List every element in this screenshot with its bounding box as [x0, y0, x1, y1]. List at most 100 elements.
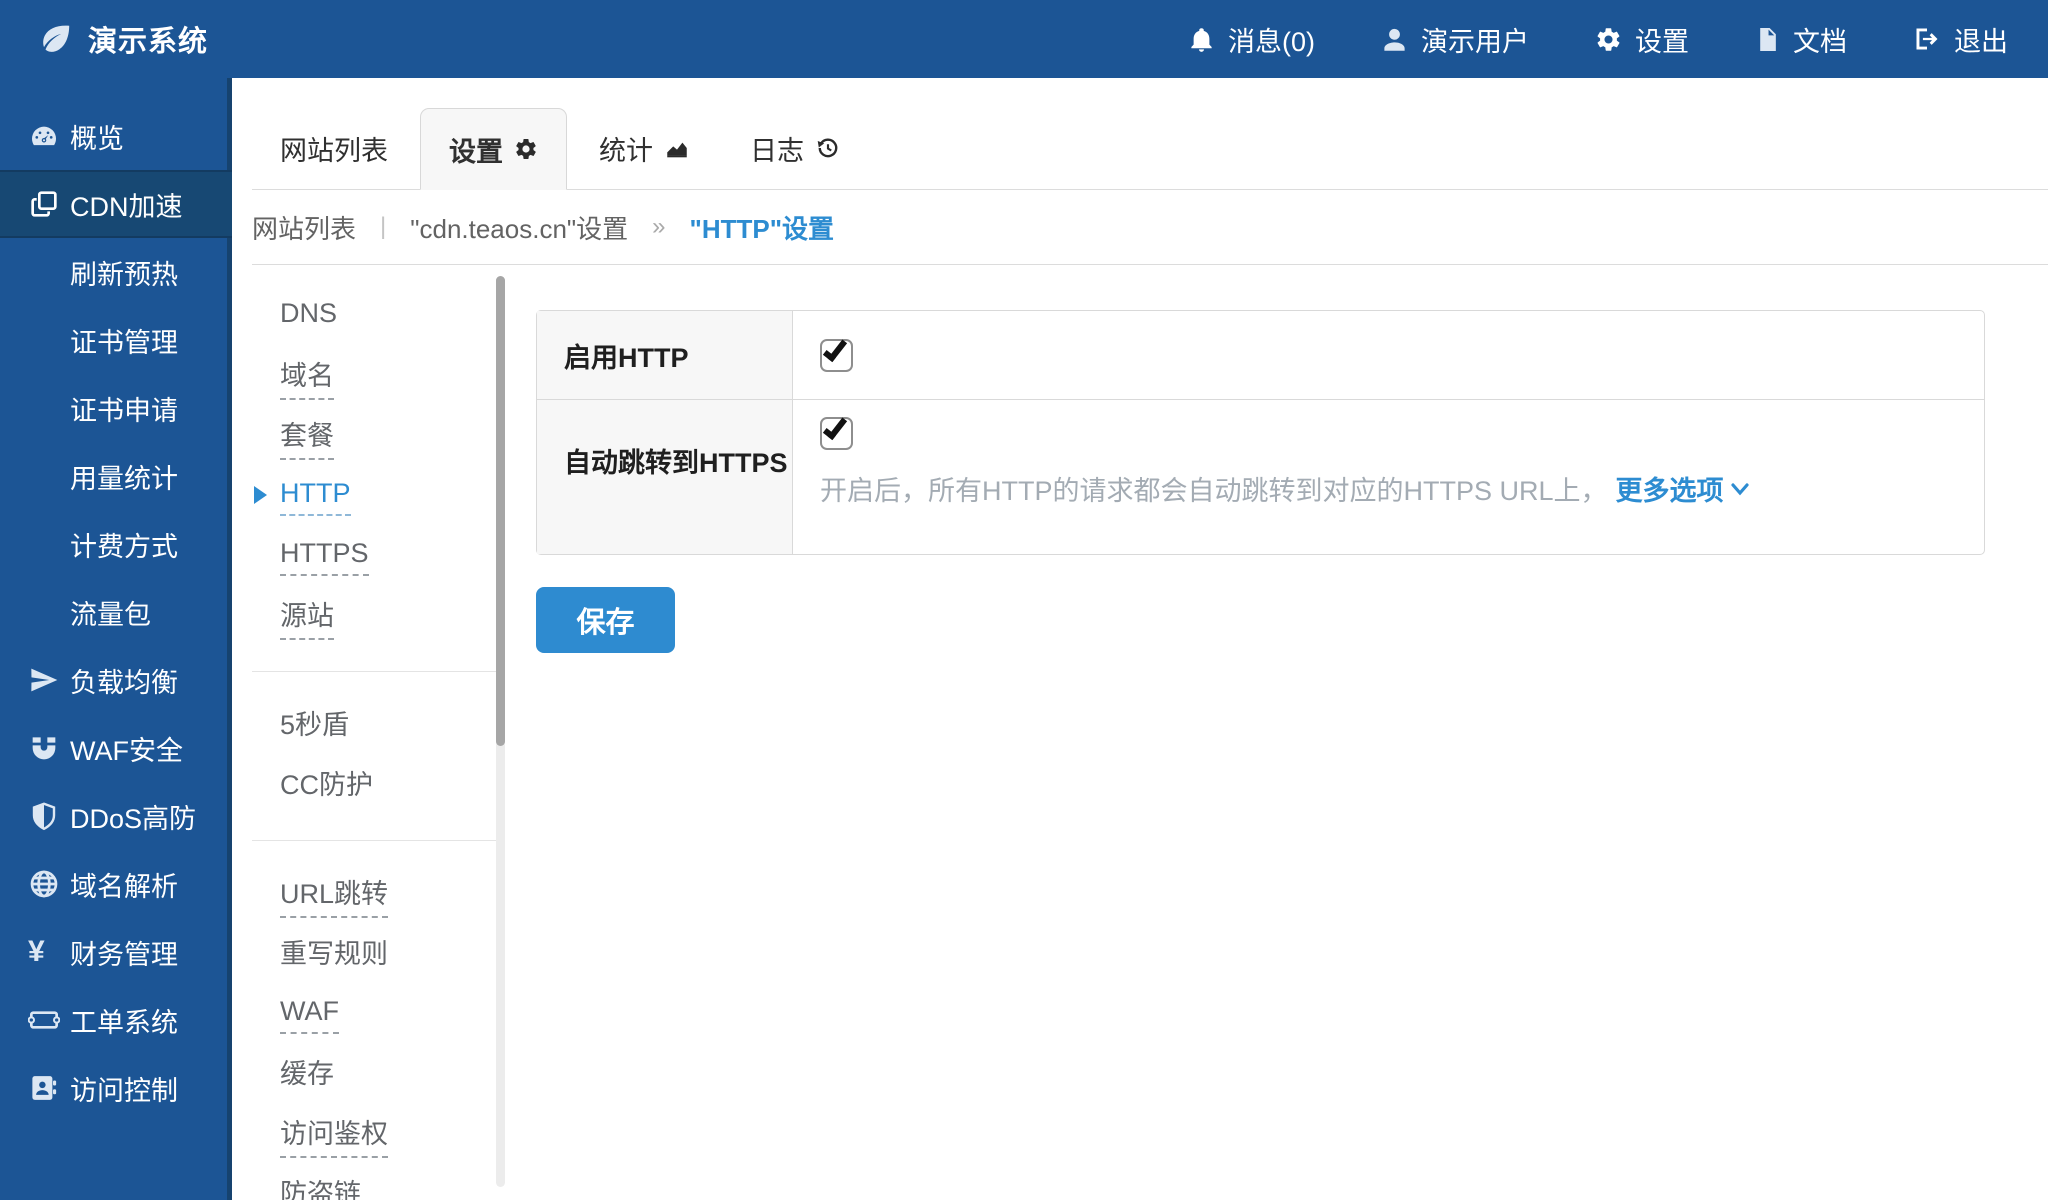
sidebar-label: DDoS高防: [70, 797, 196, 836]
messages-button[interactable]: 消息(0): [1188, 20, 1315, 59]
tab-label: 设置: [449, 130, 503, 169]
sidebar-item-access-control[interactable]: 访问控制: [0, 1054, 227, 1122]
tab-bar: 网站列表 设置 统计 日志: [252, 108, 2048, 190]
sidebar: 概览 CDN加速 刷新预热 证书管理 证书申请 用量统计 计费方式 流量包 负载…: [0, 78, 232, 1200]
redirect-https-checkbox[interactable]: [820, 417, 853, 450]
yen-icon: ¥: [28, 935, 64, 969]
table-row: 启用HTTP: [537, 311, 1984, 399]
menu-scrollbar-track[interactable]: [496, 276, 505, 1187]
breadcrumb-separator: »: [652, 213, 665, 241]
menu-item-auth[interactable]: 访问鉴权: [252, 1105, 505, 1165]
breadcrumb-domain-settings[interactable]: "cdn.teaos.cn"设置: [410, 209, 628, 246]
chevron-down-icon: [1731, 482, 1749, 496]
enable-http-checkbox[interactable]: [820, 339, 853, 372]
sidebar-item-load-balance[interactable]: 负载均衡: [0, 646, 227, 714]
sidebar-item-cert-manage[interactable]: 证书管理: [0, 306, 227, 374]
sidebar-item-waf[interactable]: WAF安全: [0, 714, 227, 782]
user-menu-button[interactable]: 演示用户: [1381, 20, 1529, 59]
settings-button[interactable]: 设置: [1595, 20, 1689, 59]
sidebar-label: 访问控制: [70, 1069, 178, 1108]
ticket-icon: [28, 1004, 64, 1036]
sidebar-item-cdn[interactable]: CDN加速: [0, 170, 232, 238]
sidebar-item-usage-stats[interactable]: 用量统计: [0, 442, 227, 510]
sidebar-label: 概览: [70, 117, 124, 156]
logout-button[interactable]: 退出: [1913, 20, 2008, 59]
table-row: 自动跳转到HTTPS 开启后，所有HTTP的请求都会自动跳转到对应的HTTPS …: [537, 399, 1984, 554]
more-options-link[interactable]: 更多选项: [1616, 469, 1749, 508]
sidebar-label: 工单系统: [70, 1001, 178, 1040]
row-label: 自动跳转到HTTPS: [537, 400, 793, 554]
globe-icon: [28, 868, 64, 900]
menu-divider: [252, 671, 497, 672]
tab-statistics[interactable]: 统计: [571, 107, 718, 189]
menu-divider: [252, 840, 497, 841]
menu-item-5s-shield[interactable]: 5秒盾: [252, 696, 505, 756]
settings-label: 设置: [1635, 20, 1689, 59]
breadcrumb-http-settings[interactable]: "HTTP"设置: [690, 209, 835, 246]
tab-label: 网站列表: [280, 129, 388, 168]
tab-logs[interactable]: 日志: [722, 107, 869, 189]
row-value: 开启后，所有HTTP的请求都会自动跳转到对应的HTTPS URL上， 更多选项: [793, 400, 1984, 554]
menu-scrollbar-thumb[interactable]: [496, 276, 505, 746]
docs-button[interactable]: 文档: [1755, 20, 1847, 59]
menu-item-cache[interactable]: 缓存: [252, 1045, 505, 1105]
sidebar-label: 用量统计: [70, 457, 178, 496]
document-icon: [1755, 26, 1780, 53]
sidebar-label: 刷新预热: [70, 253, 178, 292]
active-triangle-icon: [254, 486, 267, 504]
bell-icon: [1188, 26, 1215, 53]
menu-item-waf[interactable]: WAF: [252, 985, 505, 1045]
sidebar-item-cert-apply[interactable]: 证书申请: [0, 374, 227, 442]
tab-settings[interactable]: 设置: [420, 108, 567, 190]
menu-item-dns[interactable]: DNS: [252, 287, 505, 347]
leaf-icon: [38, 21, 74, 57]
sidebar-label: 流量包: [70, 593, 151, 632]
tab-site-list[interactable]: 网站列表: [252, 107, 416, 189]
magnet-icon: [28, 732, 64, 764]
check-icon: [823, 335, 847, 361]
paper-plane-icon: [28, 664, 64, 696]
settings-menu: DNS 域名 套餐 HTTP HTTPS 源站 5秒盾 CC防护 URL跳转 重…: [252, 265, 505, 1200]
app-title: 演示系统: [88, 18, 208, 60]
sidebar-label: 证书申请: [70, 389, 178, 428]
sidebar-label: 财务管理: [70, 933, 178, 972]
menu-item-rewrite-rules[interactable]: 重写规则: [252, 925, 505, 985]
sidebar-label: CDN加速: [70, 185, 183, 224]
sidebar-label: 计费方式: [70, 525, 178, 564]
sidebar-item-overview[interactable]: 概览: [0, 102, 227, 170]
menu-item-https[interactable]: HTTPS: [252, 527, 505, 587]
sidebar-item-tickets[interactable]: 工单系统: [0, 986, 227, 1054]
breadcrumb-site-list[interactable]: 网站列表: [252, 209, 356, 246]
menu-item-hotlink[interactable]: 防盗链: [252, 1165, 505, 1200]
menu-item-url-redirect[interactable]: URL跳转: [252, 865, 505, 925]
menu-item-cc-protect[interactable]: CC防护: [252, 756, 505, 816]
sidebar-item-refresh-preheat[interactable]: 刷新预热: [0, 238, 227, 306]
gear-icon: [1595, 26, 1622, 53]
id-card-icon: [28, 1073, 64, 1103]
sidebar-label: WAF安全: [70, 729, 183, 768]
breadcrumb: 网站列表 | "cdn.teaos.cn"设置 » "HTTP"设置: [252, 190, 2048, 265]
sidebar-label: 负载均衡: [70, 661, 178, 700]
brand[interactable]: 演示系统: [0, 18, 208, 60]
save-button[interactable]: 保存: [536, 587, 675, 653]
sidebar-label: 域名解析: [70, 865, 178, 904]
sidebar-label: 证书管理: [70, 321, 178, 360]
settings-content: DNS 域名 套餐 HTTP HTTPS 源站 5秒盾 CC防护 URL跳转 重…: [252, 265, 2048, 1200]
breadcrumb-separator: |: [380, 213, 386, 241]
sidebar-item-traffic-pack[interactable]: 流量包: [0, 578, 227, 646]
docs-label: 文档: [1793, 20, 1847, 59]
menu-item-plan[interactable]: 套餐: [252, 407, 505, 467]
logout-label: 退出: [1954, 20, 2008, 59]
sidebar-item-dns-resolve[interactable]: 域名解析: [0, 850, 227, 918]
sidebar-item-finance[interactable]: ¥ 财务管理: [0, 918, 227, 986]
shield-icon: [28, 800, 64, 832]
chart-area-icon: [664, 135, 690, 161]
menu-item-origin[interactable]: 源站: [252, 587, 505, 647]
menu-item-http[interactable]: HTTP: [252, 467, 505, 527]
sidebar-item-ddos[interactable]: DDoS高防: [0, 782, 227, 850]
http-settings-panel: 启用HTTP 自动跳转到HTTPS 开启后，所有HTTP的请求都会自动跳转到对应…: [505, 265, 2048, 1200]
row-label: 启用HTTP: [537, 311, 793, 399]
sidebar-item-billing[interactable]: 计费方式: [0, 510, 227, 578]
menu-item-domain[interactable]: 域名: [252, 347, 505, 407]
gear-icon: [514, 137, 538, 161]
